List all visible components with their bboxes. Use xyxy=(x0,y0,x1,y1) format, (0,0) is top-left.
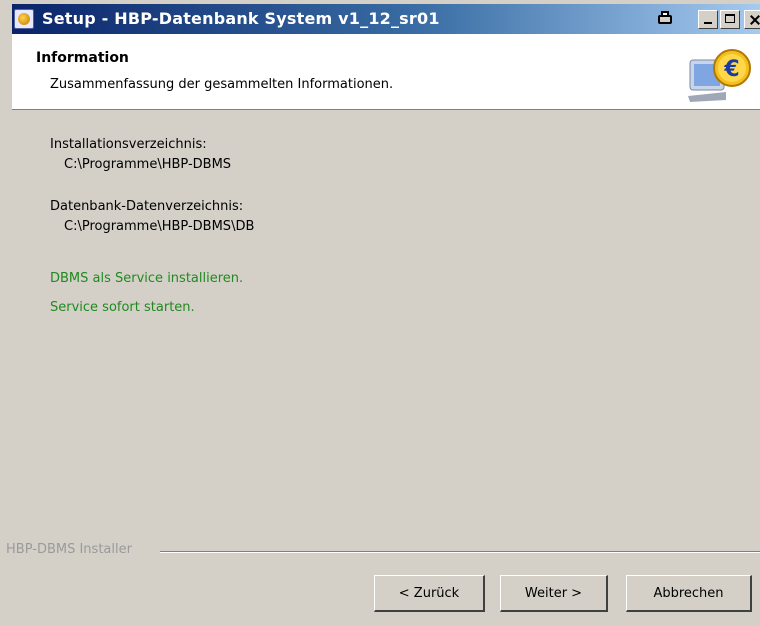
header-banner: Information Zusammenfassung der gesammel… xyxy=(12,34,760,110)
footer-divider xyxy=(160,551,760,553)
euro-monitor-icon: € xyxy=(688,49,751,102)
maximize-button[interactable] xyxy=(720,10,740,29)
service-install-note: DBMS als Service installieren. xyxy=(50,271,244,286)
service-start-note: Service sofort starten. xyxy=(50,300,195,315)
title-bar[interactable]: Setup - HBP-Datenbank System v1_12_sr01 xyxy=(12,4,760,34)
cancel-button[interactable]: Abbrechen xyxy=(626,575,752,612)
install-dir-value: C:\Programme\HBP-DBMS xyxy=(64,157,232,172)
next-button[interactable]: Weiter > xyxy=(500,575,608,612)
setup-window: Setup - HBP-Datenbank System v1_12_sr01 … xyxy=(0,0,760,626)
window-title: Setup - HBP-Datenbank System v1_12_sr01 xyxy=(42,9,440,28)
app-icon[interactable] xyxy=(14,9,34,29)
page-title: Information xyxy=(36,50,129,66)
install-dir-label: Installationsverzeichnis: xyxy=(50,137,207,152)
back-button[interactable]: < Zurück xyxy=(374,575,485,612)
summary-content: Installationsverzeichnis: C:\Programme\H… xyxy=(12,111,760,541)
minimize-button[interactable] xyxy=(698,10,718,29)
close-button[interactable] xyxy=(744,10,760,29)
data-dir-value: C:\Programme\HBP-DBMS\DB xyxy=(64,219,255,234)
svg-text:€: € xyxy=(723,57,739,82)
print-icon[interactable] xyxy=(656,10,676,29)
installer-group-label: HBP-DBMS Installer xyxy=(6,542,136,557)
page-subtitle: Zusammenfassung der gesammelten Informat… xyxy=(50,77,394,92)
data-dir-label: Datenbank-Datenverzeichnis: xyxy=(50,199,244,214)
